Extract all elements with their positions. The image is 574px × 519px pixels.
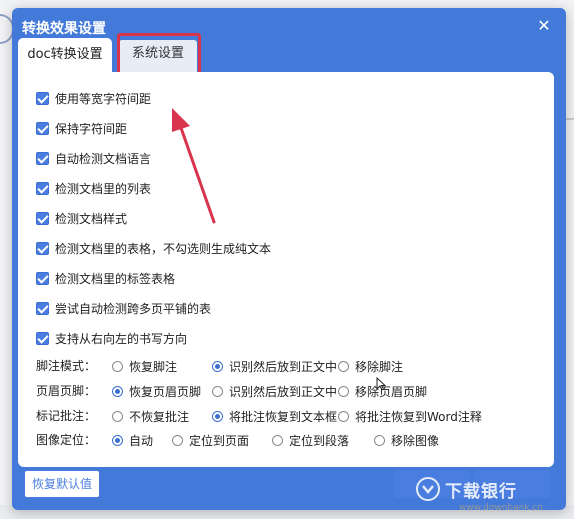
watermark-logo-icon [416,477,440,501]
watermark-text: 下载银行 [445,481,517,502]
watermark-url: www.downbank.cn [459,503,544,513]
mouse-cursor-icon [376,377,386,391]
red-arrow-annotation [172,108,216,224]
